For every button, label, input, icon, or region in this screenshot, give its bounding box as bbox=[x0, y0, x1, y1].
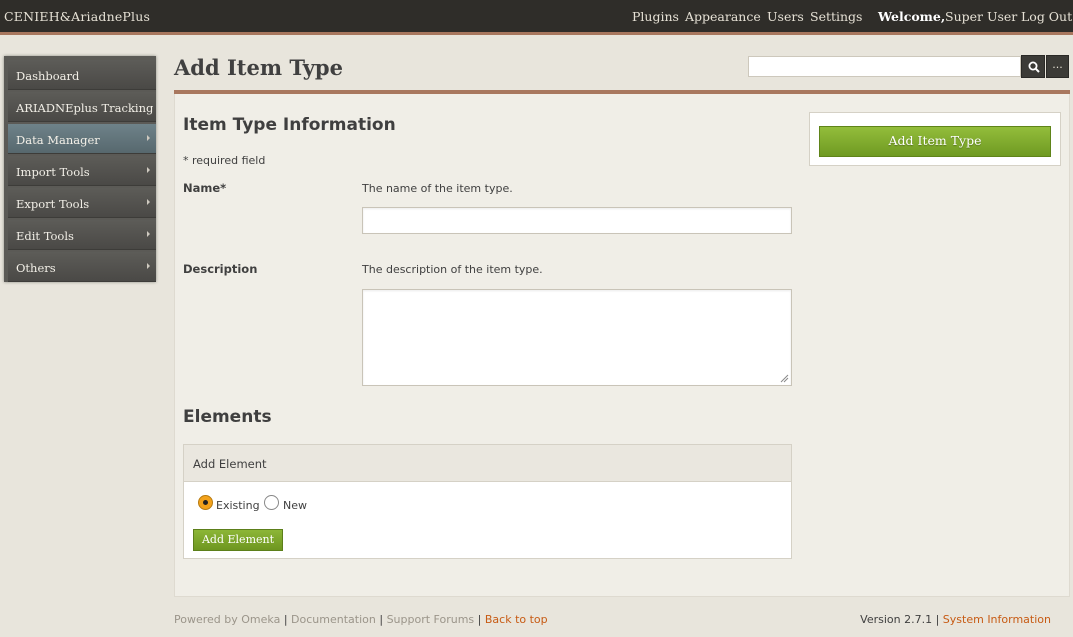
sidebar-item-label: Others bbox=[16, 261, 56, 275]
logout-link[interactable]: Log Out bbox=[1021, 9, 1072, 24]
description-explanation: The description of the item type. bbox=[362, 263, 543, 276]
sidebar-item-label: Import Tools bbox=[16, 165, 90, 179]
new-radio-label[interactable]: New bbox=[283, 499, 307, 512]
site-title-link[interactable]: CENIEH&AriadnePlus bbox=[4, 9, 150, 24]
sidebar-item-export-tools[interactable]: Export Tools bbox=[8, 188, 156, 218]
sidebar-item-label: Edit Tools bbox=[16, 229, 74, 243]
sidebar-item-label: Export Tools bbox=[16, 197, 90, 211]
description-label: Description bbox=[183, 262, 258, 276]
add-element-title: Add Element bbox=[193, 457, 267, 471]
documentation-link[interactable]: Documentation bbox=[291, 613, 376, 626]
system-information-link[interactable]: System Information bbox=[943, 613, 1051, 626]
nav-appearance-link[interactable]: Appearance bbox=[685, 9, 761, 24]
nav-users-link[interactable]: Users bbox=[767, 9, 804, 24]
footer-separator: | bbox=[283, 613, 288, 626]
add-element-header: Add Element bbox=[184, 445, 791, 482]
sidebar-item-label: ARIADNEplus Tracking bbox=[16, 101, 154, 115]
search-input[interactable] bbox=[748, 56, 1021, 77]
existing-radio-label[interactable]: Existing bbox=[216, 499, 260, 512]
back-to-top-link[interactable]: Back to top bbox=[485, 613, 548, 626]
footer-separator: | bbox=[477, 613, 482, 626]
elements-heading: Elements bbox=[183, 407, 272, 427]
existing-radio[interactable] bbox=[198, 495, 213, 510]
top-bar: CENIEH&AriadnePlus Plugins Appearance Us… bbox=[0, 0, 1073, 35]
section-heading: Item Type Information bbox=[183, 115, 396, 135]
version-text: Version 2.7.1 | bbox=[860, 613, 940, 626]
support-forums-link[interactable]: Support Forums bbox=[387, 613, 475, 626]
nav-plugins-link[interactable]: Plugins bbox=[632, 9, 679, 24]
required-field-note: * required field bbox=[183, 154, 266, 167]
new-radio[interactable] bbox=[264, 495, 279, 510]
sidebar-item-label: Data Manager bbox=[16, 133, 100, 147]
sidebar-item-edit-tools[interactable]: Edit Tools bbox=[8, 220, 156, 250]
save-panel: Add Item Type bbox=[809, 112, 1061, 166]
name-label: Name* bbox=[183, 181, 227, 195]
resize-handle-icon[interactable] bbox=[779, 373, 789, 383]
chevron-right-icon bbox=[147, 263, 150, 269]
sidebar-item-ariadneplus-tracking[interactable]: ARIADNEplus Tracking bbox=[8, 92, 156, 122]
advanced-search-button[interactable]: ... bbox=[1046, 55, 1069, 78]
chevron-right-icon bbox=[147, 167, 150, 173]
sidebar-item-data-manager[interactable]: Data Manager bbox=[8, 124, 156, 154]
search-button[interactable] bbox=[1021, 55, 1045, 78]
add-element-panel: Add Element Existing New Add Element bbox=[183, 444, 792, 559]
add-element-button[interactable]: Add Element bbox=[193, 529, 283, 551]
search-icon bbox=[1028, 61, 1040, 73]
name-explanation: The name of the item type. bbox=[362, 182, 513, 195]
sidebar-item-import-tools[interactable]: Import Tools bbox=[8, 156, 156, 186]
sidebar-item-label: Dashboard bbox=[16, 69, 80, 83]
footer-links: Powered by Omeka | Documentation | Suppo… bbox=[174, 613, 548, 626]
nav-settings-link[interactable]: Settings bbox=[810, 9, 862, 24]
sidebar-item-dashboard[interactable]: Dashboard bbox=[8, 60, 156, 90]
footer-version: Version 2.7.1 | System Information bbox=[860, 613, 1051, 626]
add-item-type-button[interactable]: Add Item Type bbox=[819, 126, 1051, 157]
name-input[interactable] bbox=[362, 207, 792, 234]
chevron-right-icon bbox=[147, 199, 150, 205]
powered-by-omeka-link[interactable]: Powered by Omeka bbox=[174, 613, 280, 626]
sidebar-item-others[interactable]: Others bbox=[8, 252, 156, 282]
user-profile-link[interactable]: Super User bbox=[945, 9, 1017, 24]
welcome-label: Welcome, bbox=[878, 9, 946, 24]
description-textarea[interactable] bbox=[362, 289, 792, 386]
sidebar: Dashboard ARIADNEplus Tracking Data Mana… bbox=[4, 56, 156, 282]
footer-separator: | bbox=[379, 613, 384, 626]
chevron-right-icon bbox=[147, 231, 150, 237]
page-title: Add Item Type bbox=[174, 55, 343, 80]
chevron-right-icon bbox=[147, 135, 150, 141]
